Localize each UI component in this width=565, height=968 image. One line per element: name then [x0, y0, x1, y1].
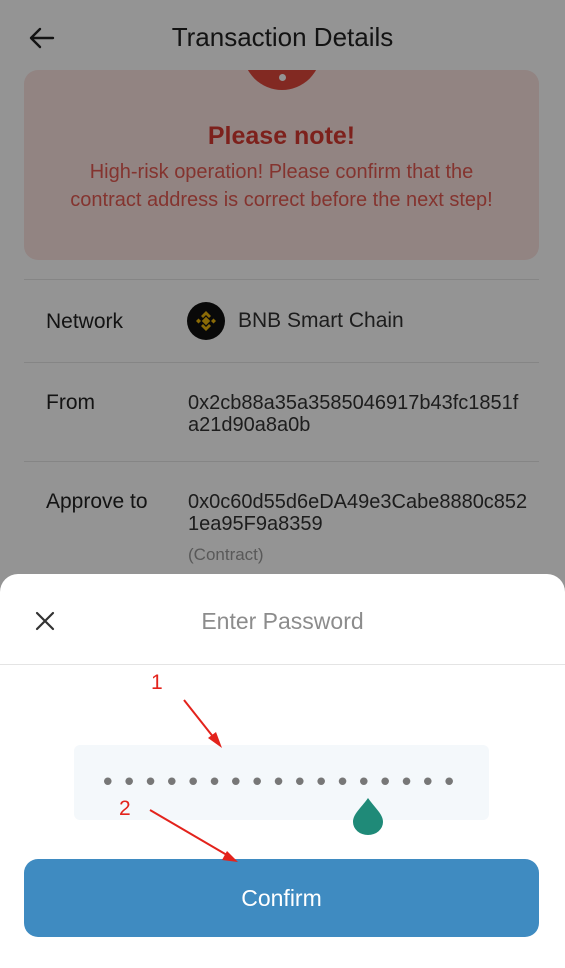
drop-icon — [353, 798, 383, 835]
confirm-button[interactable]: Confirm — [24, 859, 539, 937]
divider — [0, 664, 565, 665]
annotation-step-2: 2 — [119, 797, 131, 820]
password-input[interactable] — [74, 745, 489, 820]
annotation-step-1: 1 — [151, 671, 163, 694]
sheet-title: Enter Password — [201, 608, 364, 634]
password-sheet: Enter Password Confirm — [0, 574, 565, 968]
